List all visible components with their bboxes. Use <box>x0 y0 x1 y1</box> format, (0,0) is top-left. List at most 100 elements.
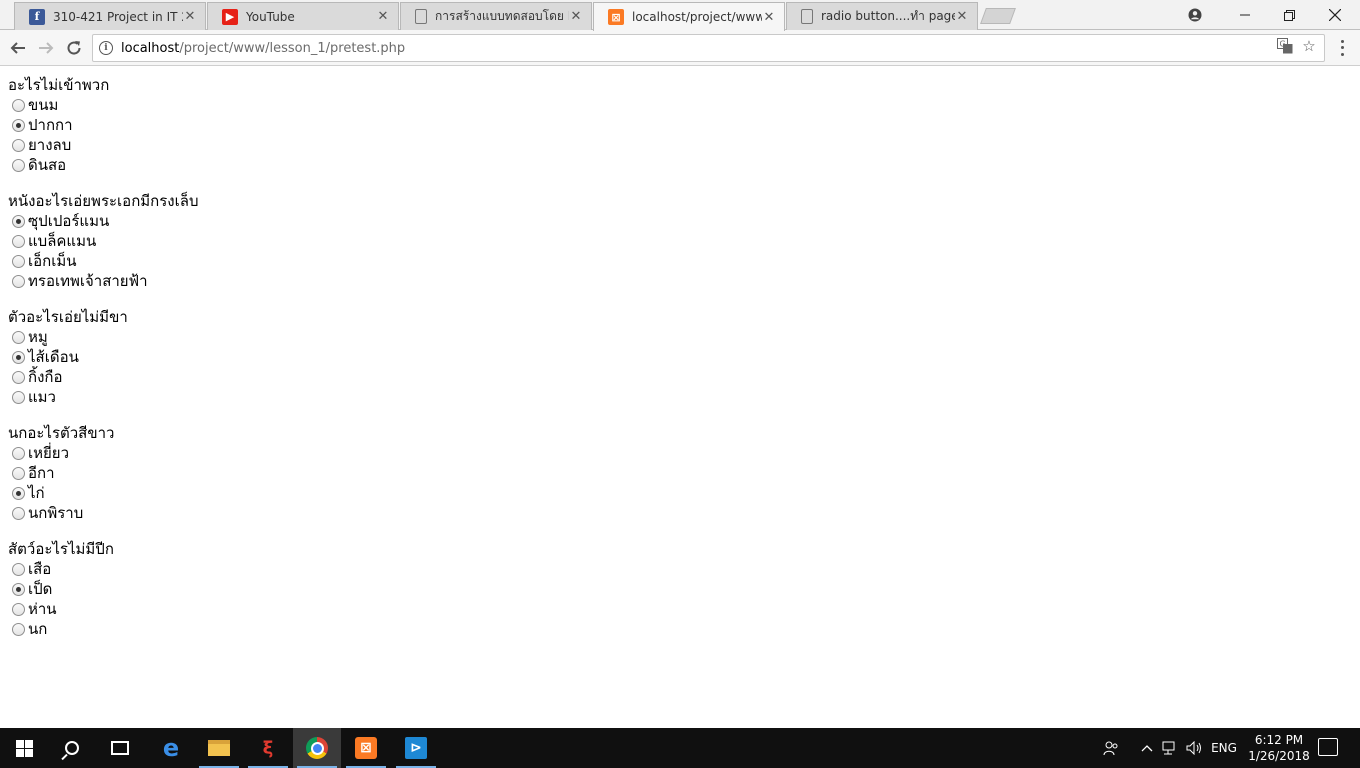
answer-option[interactable]: ยางลบ <box>8 135 198 155</box>
people-icon[interactable] <box>1100 728 1122 768</box>
question-text: หนังอะไรเอ่ยพระเอกมีกรงเล็บ <box>8 192 199 210</box>
profile-icon[interactable] <box>1172 0 1218 30</box>
answer-option[interactable]: ไก่ <box>8 483 198 503</box>
option-label: ไส้เดือน <box>28 348 79 366</box>
option-label: เอ็กเม็น <box>28 252 77 270</box>
xampp-icon: ⊠ <box>355 737 377 759</box>
garena-app[interactable]: ξ <box>244 728 292 768</box>
task-view-button[interactable] <box>96 728 144 768</box>
radio-button[interactable] <box>12 214 25 228</box>
forward-button[interactable] <box>34 36 58 60</box>
question-text: นกอะไรตัวสีขาว <box>8 424 115 442</box>
answer-option[interactable]: เสือ <box>8 559 198 579</box>
option-label: เสือ <box>28 560 52 578</box>
radio-button[interactable] <box>12 602 25 616</box>
close-icon[interactable]: ✕ <box>955 9 969 24</box>
question-text: อะไรไม่เข้าพวก <box>8 76 110 94</box>
radio-button[interactable] <box>12 390 25 404</box>
answer-option[interactable]: ปากกา <box>8 115 198 135</box>
radio-button[interactable] <box>12 254 25 268</box>
radio-button[interactable] <box>12 274 25 288</box>
answer-option[interactable]: เอ็กเม็น <box>8 251 198 271</box>
volume-icon[interactable] <box>1184 728 1206 768</box>
system-clock[interactable]: 6:12 PM 1/26/2018 <box>1244 732 1314 764</box>
restore-button[interactable] <box>1266 0 1312 30</box>
option-label: นก <box>28 620 48 638</box>
radio-button[interactable] <box>12 506 25 520</box>
radio-button[interactable] <box>12 138 25 152</box>
url-host: localhost <box>121 40 180 56</box>
tab-localhost[interactable]: ⊠ localhost/project/www/le ✕ <box>593 2 785 31</box>
file-explorer-app[interactable] <box>195 728 243 768</box>
url-text[interactable]: localhost/project/www/lesson_1/pretest.p… <box>121 41 405 56</box>
tab-facebook[interactable]: f 310-421 Project in IT 2 ✕ <box>14 2 206 30</box>
language-indicator[interactable]: ENG <box>1208 728 1240 768</box>
notification-icon[interactable] <box>1318 738 1338 756</box>
edge-app[interactable]: e <box>147 728 195 768</box>
answer-option[interactable]: กิ้งกือ <box>8 367 198 387</box>
tab-radio-button[interactable]: radio button....ทำ page ที่ ✕ <box>786 2 978 30</box>
answer-option[interactable]: หมู <box>8 327 198 347</box>
chrome-app[interactable] <box>293 728 341 768</box>
radio-button[interactable] <box>12 466 25 480</box>
url-path: /project/www/lesson_1/pretest.php <box>179 40 406 56</box>
back-button[interactable] <box>6 36 30 60</box>
close-icon[interactable]: ✕ <box>376 9 390 24</box>
facebook-icon: f <box>29 8 45 25</box>
minimize-button[interactable] <box>1222 0 1268 30</box>
option-label: ปากกา <box>28 116 73 134</box>
bookmark-star-icon[interactable]: ☆ <box>1300 37 1318 55</box>
xampp-app[interactable]: ⊠ <box>342 728 390 768</box>
browser-menu-icon[interactable] <box>1334 38 1350 58</box>
answer-option[interactable]: นกพิราบ <box>8 503 198 523</box>
new-tab-button[interactable] <box>980 8 1016 24</box>
radio-button[interactable] <box>12 370 25 384</box>
radio-button[interactable] <box>12 562 25 576</box>
close-window-button[interactable] <box>1312 0 1358 30</box>
network-icon[interactable] <box>1160 728 1182 768</box>
radio-button[interactable] <box>12 446 25 460</box>
option-label: ยางลบ <box>28 136 72 154</box>
answer-option[interactable]: ดินสอ <box>8 155 198 175</box>
question-block: สัตว์อะไรไม่มีปีก เสือ เป็ด ห่าน นก <box>8 539 198 639</box>
info-icon[interactable]: i <box>99 41 113 55</box>
answer-option[interactable]: เป็ด <box>8 579 198 599</box>
search-button[interactable] <box>48 728 96 768</box>
close-icon[interactable]: ✕ <box>183 9 197 24</box>
tab-youtube[interactable]: ▶ YouTube ✕ <box>207 2 399 30</box>
vscode-app[interactable]: ⊳ <box>392 728 440 768</box>
answer-option[interactable]: ห่าน <box>8 599 198 619</box>
radio-button[interactable] <box>12 234 25 248</box>
browser-toolbar: i localhost/project/www/lesson_1/pretest… <box>0 30 1360 66</box>
radio-button[interactable] <box>12 158 25 172</box>
answer-option[interactable]: แมว <box>8 387 198 407</box>
radio-button[interactable] <box>12 622 25 636</box>
radio-button[interactable] <box>12 350 25 364</box>
tab-php-quiz[interactable]: การสร้างแบบทดสอบโดย PHP ✕ <box>400 2 592 30</box>
garena-icon: ξ <box>262 737 274 759</box>
radio-button[interactable] <box>12 98 25 112</box>
chevron-up-icon[interactable] <box>1138 728 1156 768</box>
radio-button[interactable] <box>12 582 25 596</box>
radio-button[interactable] <box>12 330 25 344</box>
question-text: ตัวอะไรเอ่ยไม่มีขา <box>8 308 128 326</box>
answer-option[interactable]: แบล็คแมน <box>8 231 198 251</box>
answer-option[interactable]: ซุปเปอร์แมน <box>8 211 198 231</box>
translate-icon[interactable]: G <box>1276 37 1294 55</box>
radio-button[interactable] <box>12 486 25 500</box>
reload-button[interactable] <box>62 36 86 60</box>
answer-option[interactable]: ไส้เดือน <box>8 347 198 367</box>
answer-option[interactable]: นก <box>8 619 198 639</box>
start-button[interactable] <box>0 728 48 768</box>
answer-option[interactable]: ขนม <box>8 95 198 115</box>
back-arrow-icon <box>10 42 25 54</box>
close-icon[interactable]: ✕ <box>762 10 776 25</box>
option-label: กิ้งกือ <box>28 368 63 386</box>
answer-option[interactable]: เหยี่ยว <box>8 443 198 463</box>
address-bar[interactable]: i localhost/project/www/lesson_1/pretest… <box>92 34 1325 62</box>
radio-button[interactable] <box>12 118 25 132</box>
answer-option[interactable]: อีกา <box>8 463 198 483</box>
tab-title: radio button....ทำ page ที่ <box>821 9 955 23</box>
answer-option[interactable]: ทรอเทพเจ้าสายฟ้า <box>8 271 198 291</box>
close-icon[interactable]: ✕ <box>569 9 583 24</box>
